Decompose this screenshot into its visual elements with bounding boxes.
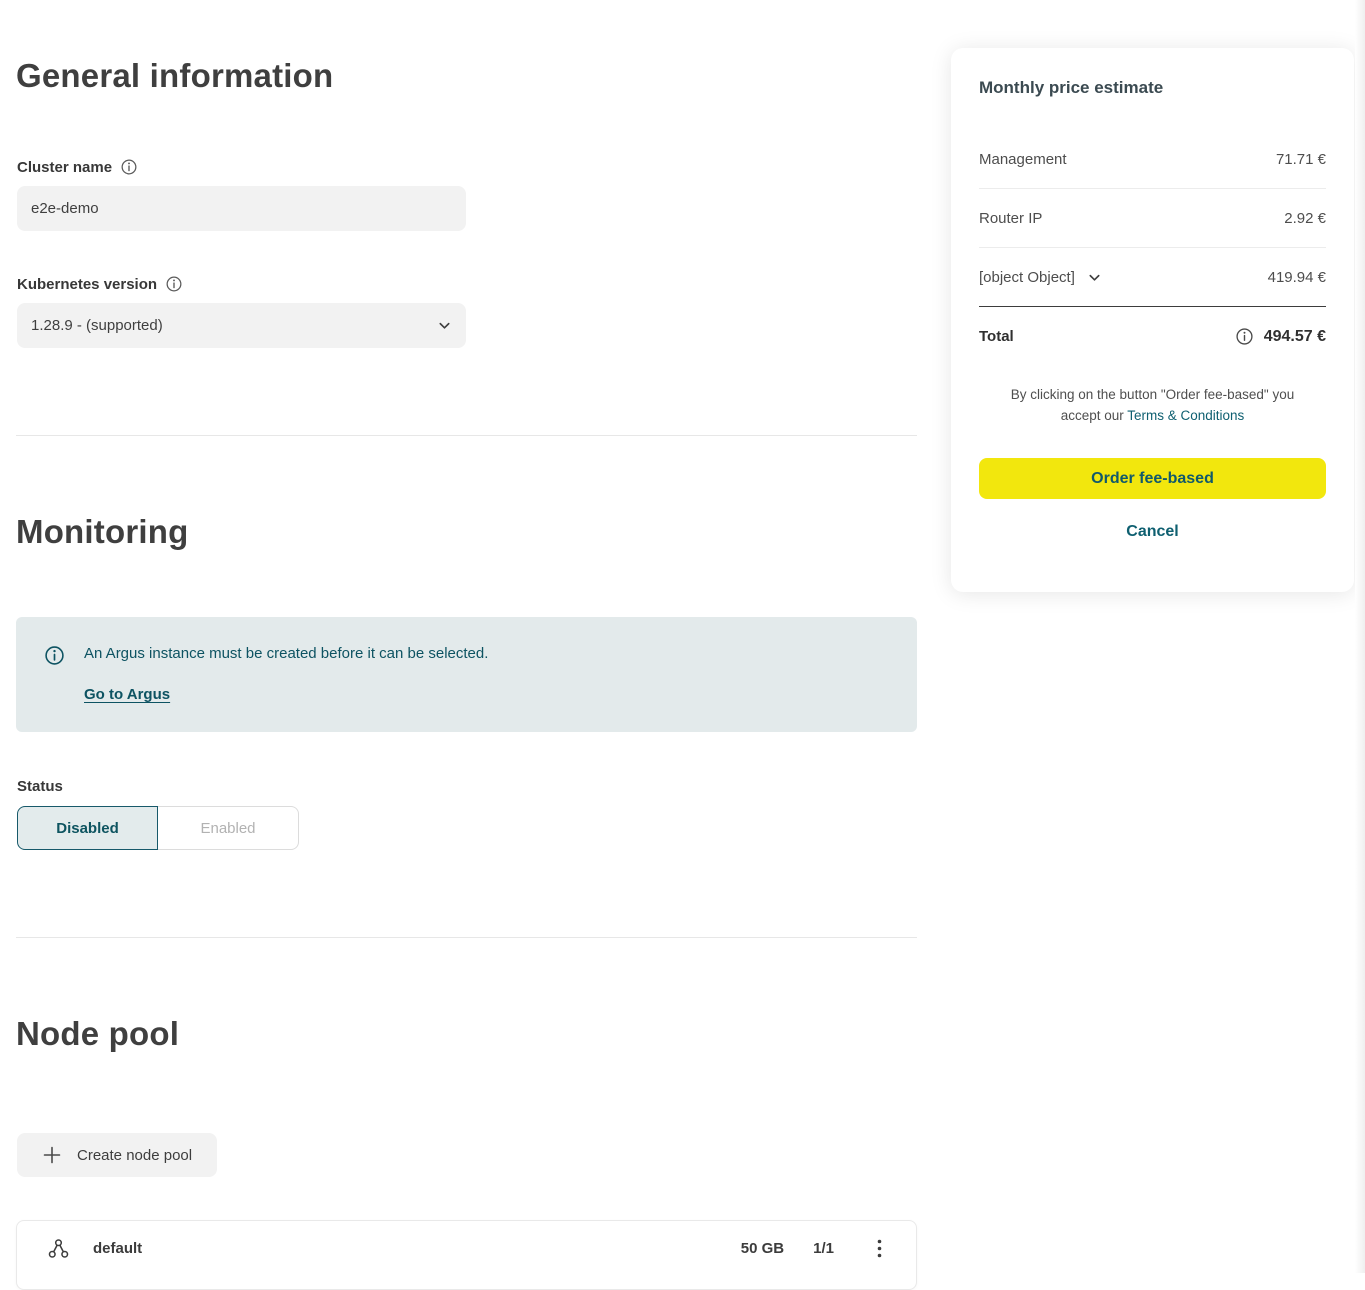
price-row-router-ip: Router IP 2.92 € [979,189,1326,248]
total-row: Total 494.57 € [979,307,1326,366]
total-label: Total [979,328,1014,345]
status-option-disabled[interactable]: Disabled [17,806,158,850]
node-pool-count: 1/1 [813,1240,834,1257]
status-label-text: Status [17,778,63,795]
status-option-enabled[interactable]: Enabled [158,806,299,850]
node-pool-icon [47,1237,70,1260]
chevron-down-icon[interactable] [1087,270,1102,285]
node-pool-name: default [93,1240,741,1257]
node-pool-storage: 50 GB [741,1240,784,1257]
price-rows: Management 71.71 € Router IP 2.92 € [obj… [979,130,1326,307]
cluster-name-input[interactable] [17,186,466,231]
cluster-name-label-text: Cluster name [17,159,112,176]
price-row-management: Management 71.71 € [979,130,1326,189]
monthly-price-estimate-card: Monthly price estimate Management 71.71 … [951,48,1354,592]
price-row-value: 71.71 € [1276,151,1326,168]
scrollbar[interactable] [1355,0,1365,1273]
terms-and-conditions-link[interactable]: Terms & Conditions [1127,408,1244,423]
terms-line1: By clicking on the button "Order fee-bas… [1011,387,1295,402]
price-card-title: Monthly price estimate [979,78,1326,98]
divider [16,435,917,436]
price-row-value: 2.92 € [1284,210,1326,227]
argus-info-alert: An Argus instance must be created before… [16,617,917,732]
cluster-name-label: Cluster name [17,158,138,176]
monitoring-title: Monitoring [16,513,188,551]
price-row-value: 419.94 € [1268,269,1326,286]
price-row-label: [object Object] [979,269,1075,286]
create-node-pool-label: Create node pool [77,1147,192,1164]
node-pool-row[interactable]: default 50 GB 1/1 [17,1221,916,1275]
info-icon[interactable] [165,275,183,293]
kubernetes-version-label-text: Kubernetes version [17,276,157,293]
cluster-create-page: General information Cluster name Kuberne… [0,0,1365,1273]
create-node-pool-button[interactable]: Create node pool [17,1133,217,1177]
divider [16,937,917,938]
info-icon[interactable] [120,158,138,176]
info-icon [44,645,65,732]
info-icon[interactable] [1235,327,1254,346]
general-information-title: General information [16,57,333,95]
kubernetes-version-select[interactable]: 1.28.9 - (supported) [17,303,466,348]
price-row-label: Router IP [979,210,1042,227]
node-pool-title: Node pool [16,1015,179,1053]
alert-content: An Argus instance must be created before… [84,644,488,732]
terms-text: By clicking on the button "Order fee-bas… [979,384,1326,426]
status-label: Status [17,778,63,795]
total-value: 494.57 € [1264,328,1326,346]
status-toggle-group: Disabled Enabled [17,806,299,850]
terms-line2-prefix: accept our [1061,408,1128,423]
plus-icon [42,1145,62,1165]
price-row-label: Management [979,151,1067,168]
go-to-argus-link[interactable]: Go to Argus [84,686,170,703]
price-row-node-pools: [object Object] 419.94 € [979,248,1326,307]
kubernetes-version-label: Kubernetes version [17,275,183,293]
kebab-menu-icon[interactable] [873,1235,886,1262]
alert-message: An Argus instance must be created before… [84,644,488,664]
cancel-button[interactable]: Cancel [979,523,1326,541]
order-fee-based-button[interactable]: Order fee-based [979,458,1326,499]
node-pool-card: default 50 GB 1/1 [16,1220,917,1290]
chevron-down-icon [437,318,452,333]
kubernetes-version-value: 1.28.9 - (supported) [31,317,163,334]
